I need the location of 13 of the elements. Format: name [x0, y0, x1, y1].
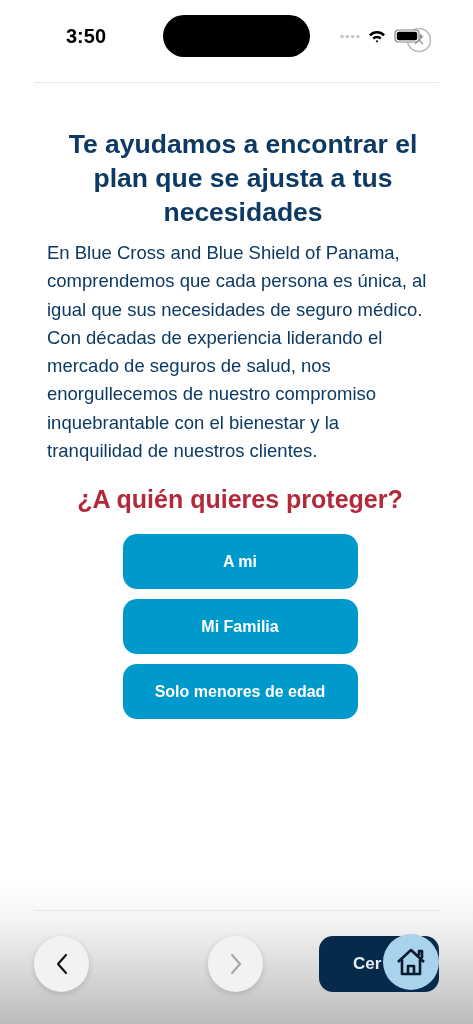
question-heading: ¿A quién quieres proteger?: [77, 485, 403, 515]
battery-icon: [394, 29, 422, 43]
description-paragraph: En Blue Cross and Blue Shield of Panama, comprendemos que cada persona es única, al igual que sus necesidades de seguro médico. Con décadas de experiencia liderando el mercado de seguros de salud, nos enorgullecemos de nuestro compromiso inquebrantable con el bienestar y la tranquilidad de nuestros clientes.: [47, 241, 428, 464]
status-time: 3:50: [66, 24, 108, 48]
option-button[interactable]: Solo menores de edad: [122, 664, 358, 720]
signal-icon: [340, 33, 360, 39]
option-button[interactable]: A mi: [122, 534, 358, 590]
home-icon: [395, 947, 427, 977]
chevron-left-icon: [54, 953, 69, 975]
option-button[interactable]: Mi Familia: [122, 599, 358, 655]
page-title: Te ayudamos a encontrar el plan que se ajusta a tus necesidades: [67, 128, 419, 229]
wifi-icon: [368, 29, 386, 43]
chevron-right-icon: [228, 953, 243, 975]
